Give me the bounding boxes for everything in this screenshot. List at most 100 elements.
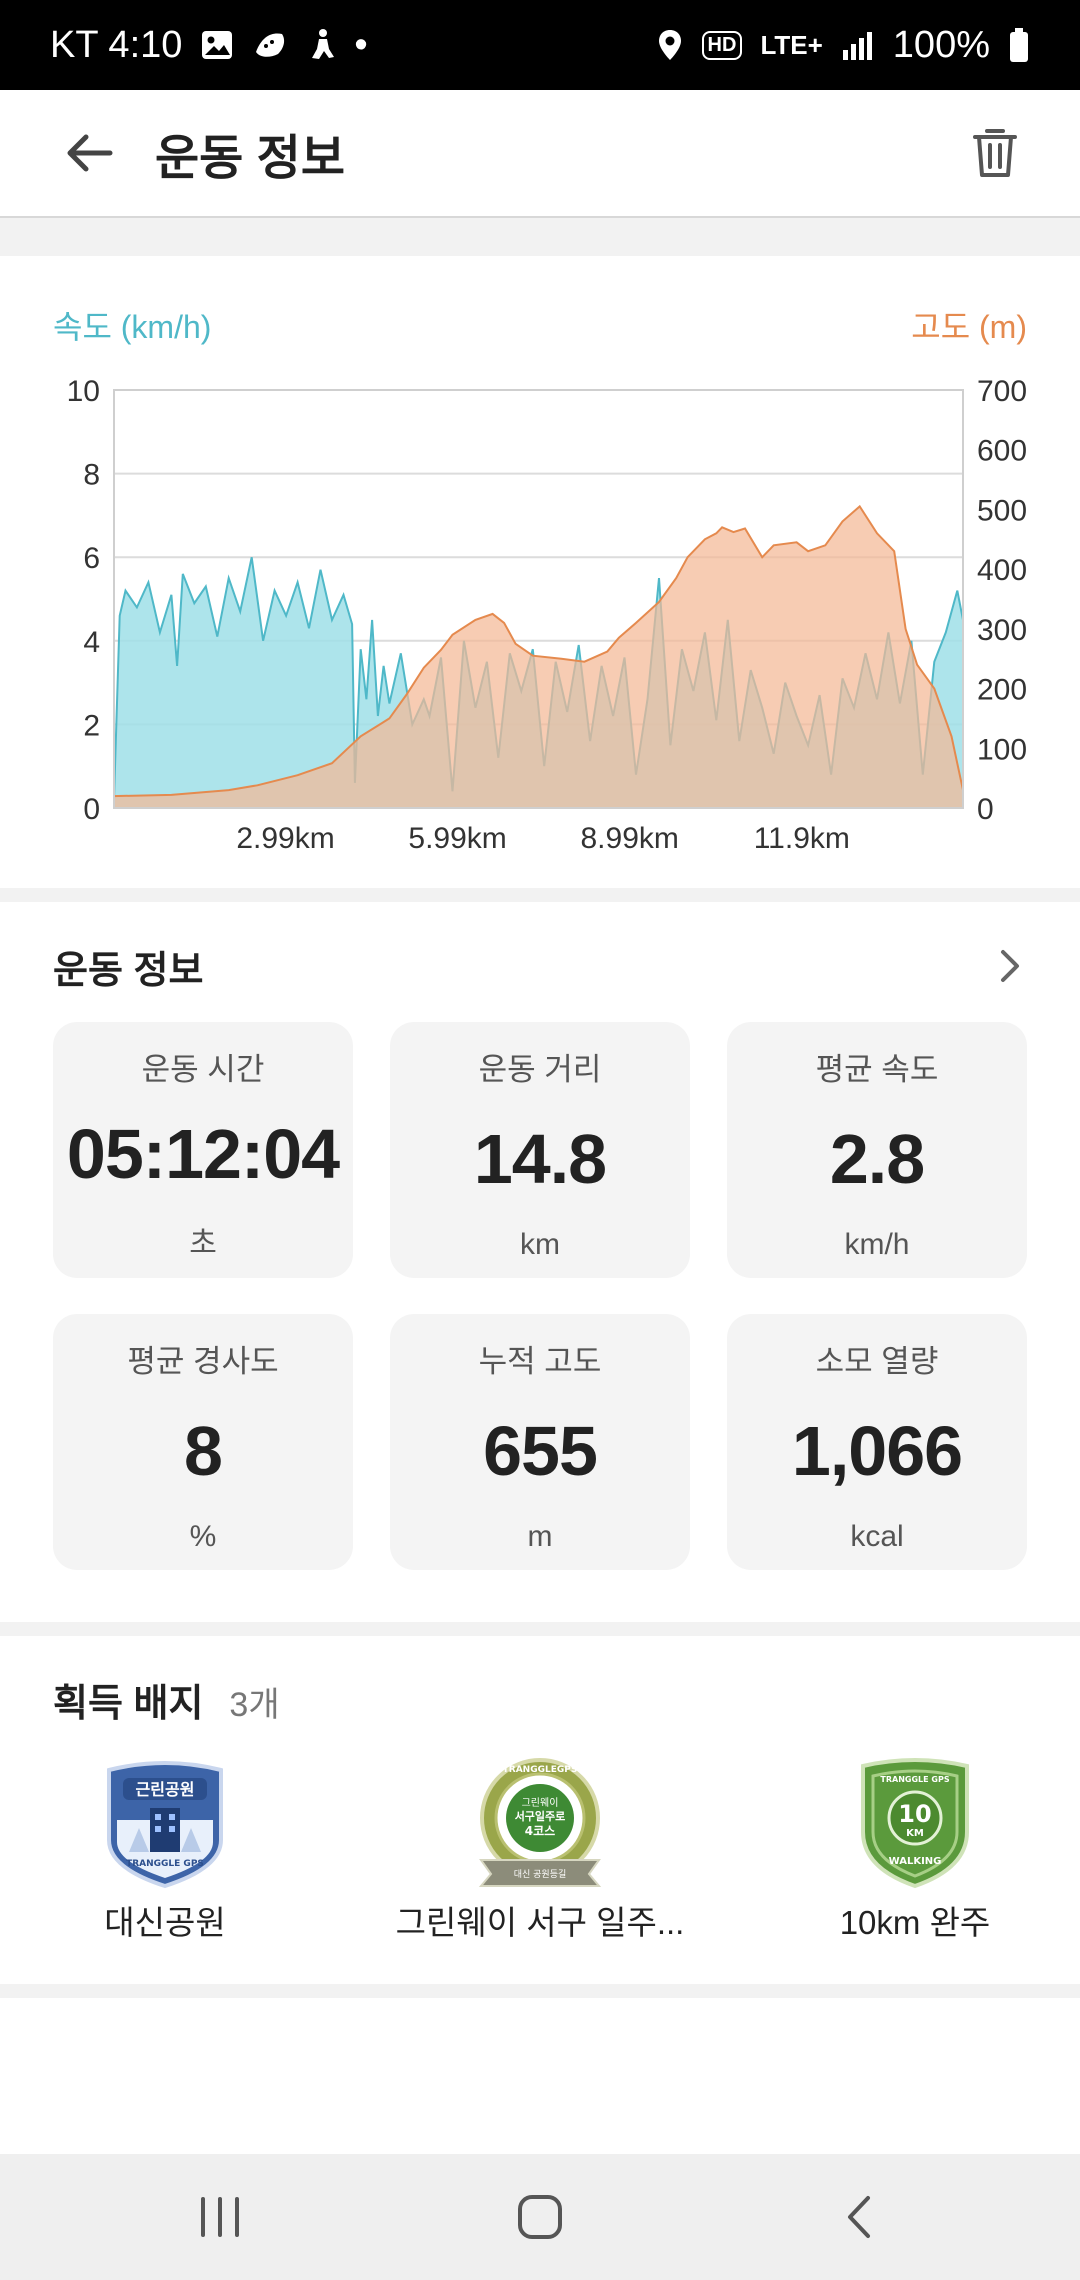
badge-emblem-text: TRANGGLEGPS xyxy=(503,1765,578,1775)
battery-icon xyxy=(1010,28,1028,62)
right-tick-label: 300 xyxy=(977,614,1027,647)
right-axis-label: 고도 (m) xyxy=(911,309,1027,345)
network-type: LTE+ xyxy=(760,29,823,60)
right-tick-label: 0 xyxy=(977,793,994,826)
stat-label: 운동 시간 xyxy=(141,1052,265,1087)
location-icon xyxy=(658,30,681,60)
walking-shield-icon: TRANGGLE GPS 10 KM WALKING xyxy=(861,1758,969,1889)
left-tick-label: 8 xyxy=(83,459,100,492)
stat-label: 평균 경사도 xyxy=(127,1344,279,1379)
x-tick-label: 11.9km xyxy=(754,822,850,855)
right-tick-label: 400 xyxy=(977,554,1027,587)
badge-name: 그린웨이 서구 일주... xyxy=(395,1904,685,1941)
trash-icon xyxy=(973,129,1017,177)
shoe-icon xyxy=(256,33,285,57)
badge-emblem-text: 근린공원 xyxy=(136,1780,195,1799)
empty-area xyxy=(0,1998,1080,2154)
signal-icon xyxy=(842,32,872,60)
badge-name: 대신공원 xyxy=(104,1904,226,1941)
stat-tile-calories: 소모 열량 1,066 kcal xyxy=(727,1314,1027,1570)
arrow-left-icon xyxy=(67,134,113,172)
badge-item[interactable]: TRANGGLE GPS 10 KM WALKING 10km 완주 xyxy=(750,1756,1080,1944)
stat-tile-avg-speed: 평균 속도 2.8 km/h xyxy=(727,1022,1027,1278)
stat-tile-distance: 운동 거리 14.8 km xyxy=(390,1022,690,1278)
page-title: 운동 정보 xyxy=(155,132,345,185)
home-button[interactable] xyxy=(480,2172,600,2262)
right-tick-label: 100 xyxy=(977,733,1027,766)
walking-person-icon xyxy=(312,29,335,59)
stat-unit: % xyxy=(189,1520,217,1553)
right-tick-label: 700 xyxy=(977,375,1027,408)
badges-title: 획득 배지 xyxy=(53,1683,204,1725)
stat-tile-duration: 운동 시간 05:12:04 초 xyxy=(53,1022,353,1278)
x-axis-ticks: 2.99km 5.99km 8.99km 11.9km xyxy=(236,822,850,855)
chevron-left-icon xyxy=(848,2196,870,2238)
left-tick-label: 4 xyxy=(83,626,100,659)
badge-emblem-text: 대신 공원등길 xyxy=(514,1869,567,1880)
badges-header: 획득 배지 3개 xyxy=(53,1672,280,1727)
left-tick-label: 6 xyxy=(83,542,100,575)
back-button[interactable] xyxy=(45,108,135,198)
stat-value: 05:12:04 xyxy=(66,1114,340,1193)
badge-emblem-text: 그린웨이 xyxy=(522,1797,559,1809)
workout-info-section: 운동 정보 운동 시간 05:12:04 초 운동 거리 14.8 km 평균 … xyxy=(0,902,1080,1622)
badge-item[interactable]: 근린공원 TRANGGLE GPS 대신공원 xyxy=(0,1756,330,1944)
stat-unit: km xyxy=(520,1228,560,1261)
right-axis-ticks: 0 100 200 300 400 500 600 700 xyxy=(977,375,1027,826)
workout-info-title: 운동 정보 xyxy=(53,949,204,992)
workout-info-header[interactable]: 운동 정보 xyxy=(53,936,1027,996)
x-tick-label: 8.99km xyxy=(581,822,679,855)
stat-label: 소모 열량 xyxy=(815,1344,939,1379)
stat-value: 8 xyxy=(184,1411,223,1490)
speed-elevation-chart: 속도 (km/h) 고도 (m) 0 2 4 6 8 10 0 100 200 300 400 50… xyxy=(0,256,1080,888)
badge-emblem-text: TRANGGLE GPS xyxy=(126,1859,204,1869)
clock: KT 4:10 xyxy=(50,23,183,66)
badge-emblem-text: 10 xyxy=(898,1800,931,1828)
stat-unit: km/h xyxy=(844,1228,910,1261)
app-bar: 운동 정보 xyxy=(0,90,1080,218)
park-badge-icon: 근린공원 TRANGGLE GPS xyxy=(107,1761,223,1889)
right-tick-label: 600 xyxy=(977,435,1027,468)
stat-unit: 초 xyxy=(189,1227,217,1260)
stat-label: 평균 속도 xyxy=(815,1052,939,1087)
delete-button[interactable] xyxy=(950,108,1040,198)
hd-voice-icon: HD xyxy=(701,30,743,60)
stat-grid: 운동 시간 05:12:04 초 운동 거리 14.8 km 평균 속도 2.8… xyxy=(53,1022,1027,1570)
badge-emblem-text: WALKING xyxy=(889,1856,942,1867)
badge-list: 근린공원 TRANGGLE GPS 대신공원 TRANGGLEGPS 그린웨이 … xyxy=(0,1756,1080,1944)
badge-emblem-text: 서구일주로 xyxy=(515,1809,566,1823)
right-tick-label: 200 xyxy=(977,674,1027,707)
home-icon xyxy=(518,2195,562,2239)
left-tick-label: 10 xyxy=(67,375,100,408)
stat-unit: m xyxy=(527,1520,553,1553)
badge-item[interactable]: TRANGGLEGPS 그린웨이 서구일주로 4코스 대신 공원등길 그린웨이 … xyxy=(330,1756,750,1944)
stat-value: 14.8 xyxy=(473,1119,607,1198)
battery-percent: 100% xyxy=(892,23,990,66)
stat-label: 누적 고도 xyxy=(478,1344,602,1379)
left-axis-ticks: 0 2 4 6 8 10 xyxy=(67,375,100,826)
chart-canvas: 속도 (km/h) 고도 (m) 0 2 4 6 8 10 0 100 200 300 400 50… xyxy=(53,309,1027,855)
badge-emblem-text: 4코스 xyxy=(525,1824,555,1838)
stat-value: 655 xyxy=(483,1411,598,1490)
system-nav-bar xyxy=(0,2154,1080,2280)
left-tick-label: 0 xyxy=(83,793,100,826)
left-axis-label: 속도 (km/h) xyxy=(53,309,211,345)
badges-section: 획득 배지 3개 근린공원 TRANGGLE GPS 대신공원 TRANGGLE… xyxy=(0,1636,1080,1984)
stat-value: 2.8 xyxy=(829,1119,925,1198)
badge-emblem-text: TRANGGLE GPS xyxy=(880,1775,949,1784)
x-tick-label: 2.99km xyxy=(236,822,334,855)
system-back-button[interactable] xyxy=(800,2172,920,2262)
recent-apps-button[interactable] xyxy=(160,2172,280,2262)
right-tick-label: 500 xyxy=(977,494,1027,527)
stat-tile-elevation-gain: 누적 고도 655 m xyxy=(390,1314,690,1570)
notification-dot: • xyxy=(354,23,368,66)
badge-emblem-text: KM xyxy=(906,1828,924,1839)
stat-unit: kcal xyxy=(850,1520,904,1553)
badge-name: 10km 완주 xyxy=(839,1904,991,1941)
data-areas xyxy=(113,504,964,809)
badges-count: 3개 xyxy=(229,1686,280,1724)
recent-apps-icon xyxy=(201,2197,239,2237)
stat-label: 운동 거리 xyxy=(478,1052,602,1087)
x-tick-label: 5.99km xyxy=(408,822,506,855)
stat-tile-avg-slope: 평균 경사도 8 % xyxy=(53,1314,353,1570)
